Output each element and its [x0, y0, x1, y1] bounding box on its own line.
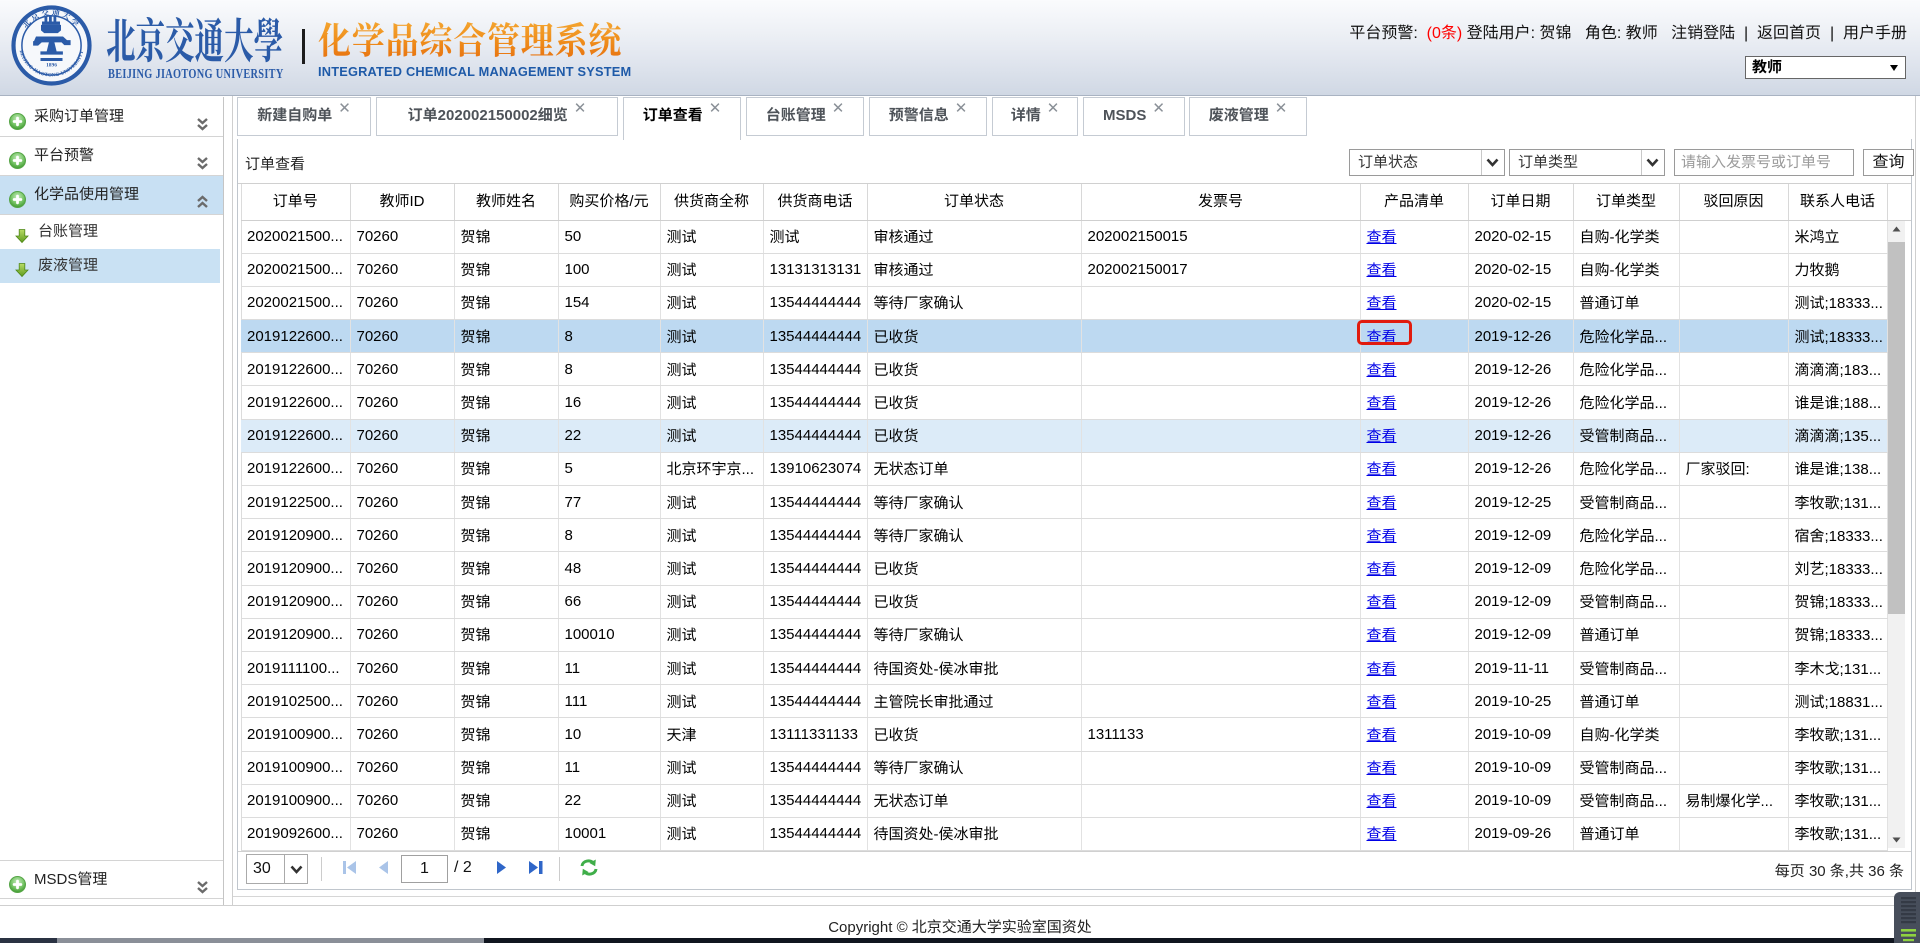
svg-text:1896: 1896: [46, 63, 57, 69]
